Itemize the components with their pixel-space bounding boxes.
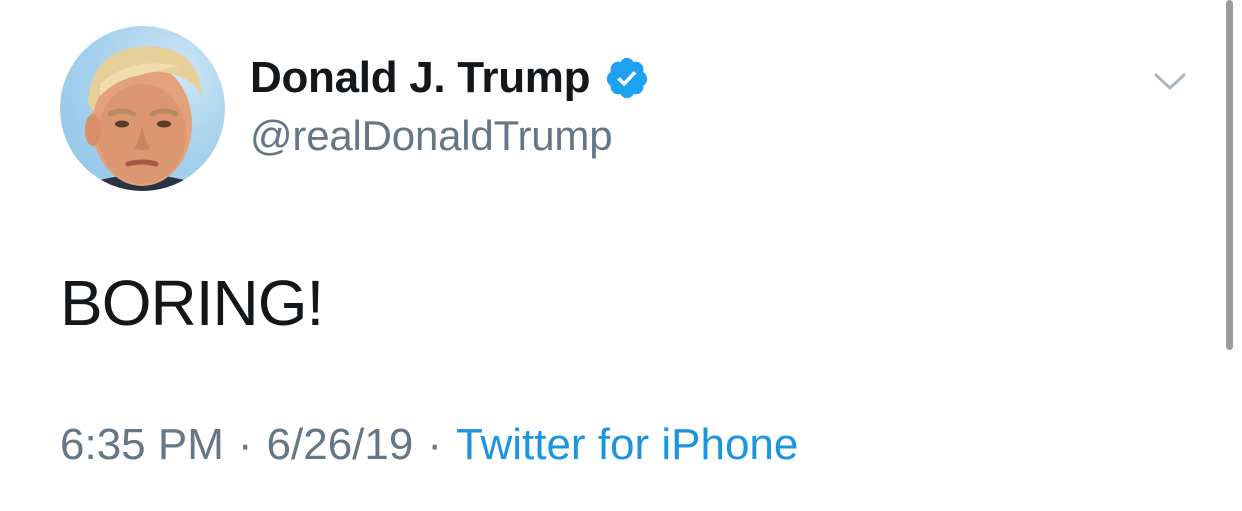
tweet-date[interactable]: 6/26/19 [267,420,414,469]
scrollbar[interactable] [1226,0,1233,350]
user-handle[interactable]: @realDonaldTrump [250,112,650,160]
tweet-source-link[interactable]: Twitter for iPhone [456,420,798,469]
tweet-author[interactable]: Donald J. Trump @realDonaldTrump [250,50,650,160]
avatar-portrait-image [70,46,215,191]
tweet-text: BORING! [60,267,324,339]
meta-separator: · [237,420,253,469]
tweet-time[interactable]: 6:35 PM [60,420,224,469]
display-name[interactable]: Donald J. Trump [250,53,591,103]
avatar[interactable] [60,26,225,191]
tweet-meta: 6:35 PM · 6/26/19 · Twitter for iPhone [60,420,798,470]
name-row: Donald J. Trump [250,50,650,106]
tweet-card: Donald J. Trump @realDonaldTrump BORING!… [0,0,1242,511]
verified-badge-icon [604,55,650,101]
meta-separator: · [427,420,442,469]
chevron-down-icon[interactable] [1150,62,1190,102]
